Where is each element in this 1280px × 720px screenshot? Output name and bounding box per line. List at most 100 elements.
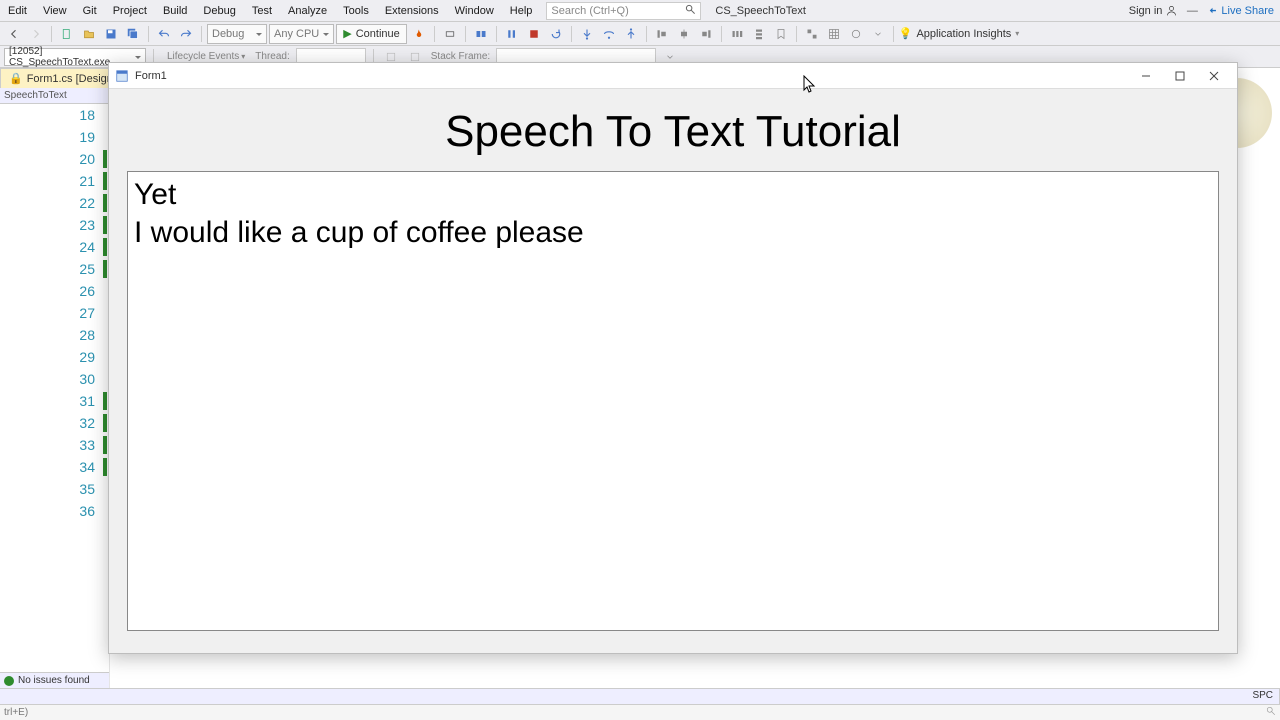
line-number: 36 — [0, 500, 109, 522]
platform-dropdown[interactable]: Any CPU — [269, 24, 334, 44]
line-number: 22 — [0, 192, 109, 214]
line-number: 31 — [0, 390, 109, 412]
separator — [51, 26, 52, 42]
menu-test[interactable]: Test — [244, 2, 280, 20]
signin-label: Sign in — [1129, 5, 1163, 17]
restart-button[interactable] — [546, 24, 566, 44]
search-placeholder: Search (Ctrl+Q) — [551, 5, 628, 17]
attach-button[interactable] — [440, 24, 460, 44]
nav-fwd-button[interactable] — [26, 24, 46, 44]
form-titlebar[interactable]: Form1 — [109, 63, 1237, 89]
menu-bar: Edit View Git Project Build Debug Test A… — [0, 0, 1280, 22]
align-right-button[interactable] — [696, 24, 716, 44]
issues-indicator[interactable]: No issues found — [0, 672, 109, 688]
stop-button[interactable] — [524, 24, 544, 44]
editor-status-bar: SPC — [0, 688, 1280, 704]
form-icon — [115, 69, 129, 83]
lifecycle-label: Lifecycle Events — [165, 51, 241, 62]
search-box[interactable]: Search (Ctrl+Q) — [546, 2, 701, 20]
watch-search-placeholder: trl+E) — [4, 707, 28, 718]
search-icon — [685, 4, 696, 18]
menu-debug[interactable]: Debug — [195, 2, 243, 20]
form-maximize-button[interactable] — [1163, 65, 1197, 87]
pause-button[interactable] — [502, 24, 522, 44]
open-button[interactable] — [79, 24, 99, 44]
chevron-down-icon: ▾ — [1015, 29, 1019, 38]
app-insights-label: Application Insights — [916, 28, 1011, 40]
signin-link[interactable]: Sign in — [1129, 5, 1178, 17]
grid-button[interactable] — [824, 24, 844, 44]
snap-button[interactable] — [846, 24, 866, 44]
save-button[interactable] — [101, 24, 121, 44]
line-number: 34 — [0, 456, 109, 478]
lock-icon: 🔒 — [9, 72, 23, 85]
separator — [646, 26, 647, 42]
config-dropdown[interactable]: Debug — [207, 24, 267, 44]
align-center-button[interactable] — [674, 24, 694, 44]
menu-tools[interactable]: Tools — [335, 2, 377, 20]
distribute-h-button[interactable] — [727, 24, 747, 44]
tab-order-button[interactable] — [802, 24, 822, 44]
liveshare-label: Live Share — [1221, 5, 1274, 17]
line-number: 20 — [0, 148, 109, 170]
line-number: 28 — [0, 324, 109, 346]
stackframe-label: Stack Frame: — [429, 51, 492, 62]
separator — [571, 26, 572, 42]
bookmark-button[interactable] — [771, 24, 791, 44]
redo-button[interactable] — [176, 24, 196, 44]
app-insights-button[interactable]: 💡 Application Insights ▾ — [899, 27, 1020, 40]
separator — [796, 26, 797, 42]
work-area: 🔒 Form1.cs [Design] ✕ SpeechToText 18 19… — [0, 68, 1280, 688]
line-number: 24 — [0, 236, 109, 258]
success-dot-icon — [4, 676, 14, 686]
separator — [465, 26, 466, 42]
line-number: 19 — [0, 126, 109, 148]
form-minimize-button[interactable] — [1129, 65, 1163, 87]
running-form-window: Form1 Speech To Text Tutorial Yet I woul… — [108, 62, 1238, 654]
liveshare-icon — [1207, 5, 1218, 16]
new-file-button[interactable] — [57, 24, 77, 44]
step-button[interactable] — [471, 24, 491, 44]
undo-button[interactable] — [154, 24, 174, 44]
liveshare-button[interactable]: Live Share — [1207, 5, 1274, 17]
line-number: 26 — [0, 280, 109, 302]
menu-view[interactable]: View — [35, 2, 75, 20]
search-icon — [1266, 706, 1276, 719]
more-tools-button[interactable] — [868, 24, 888, 44]
line-number: 30 — [0, 368, 109, 390]
save-all-button[interactable] — [123, 24, 143, 44]
ide-minimize-icon[interactable]: — — [1185, 4, 1199, 18]
separator — [201, 26, 202, 42]
line-number: 18 — [0, 104, 109, 126]
align-left-button[interactable] — [652, 24, 672, 44]
speech-output-textbox[interactable]: Yet I would like a cup of coffee please — [127, 171, 1219, 631]
menu-analyze[interactable]: Analyze — [280, 2, 335, 20]
toolbar-main: Debug Any CPU ▶ Continue 💡 Application I… — [0, 22, 1280, 46]
form-client-area: Speech To Text Tutorial Yet I would like… — [109, 89, 1237, 653]
menu-build[interactable]: Build — [155, 2, 195, 20]
line-number: 21 — [0, 170, 109, 192]
menu-edit[interactable]: Edit — [0, 2, 35, 20]
line-number: 27 — [0, 302, 109, 324]
menu-git[interactable]: Git — [75, 2, 105, 20]
breadcrumb-file[interactable]: SpeechToText — [0, 88, 109, 104]
step-over-button[interactable] — [599, 24, 619, 44]
menu-extensions[interactable]: Extensions — [377, 2, 447, 20]
continue-button[interactable]: ▶ Continue — [336, 24, 407, 44]
line-number: 25 — [0, 258, 109, 280]
platform-value: Any CPU — [274, 28, 319, 40]
step-into-button[interactable] — [577, 24, 597, 44]
status-spc[interactable]: SPC — [1246, 689, 1280, 704]
menu-help[interactable]: Help — [502, 2, 541, 20]
step-out-button[interactable] — [621, 24, 641, 44]
nav-back-button[interactable] — [4, 24, 24, 44]
distribute-v-button[interactable] — [749, 24, 769, 44]
form-close-button[interactable] — [1197, 65, 1231, 87]
menu-project[interactable]: Project — [105, 2, 155, 20]
config-value: Debug — [212, 28, 244, 40]
menu-window[interactable]: Window — [447, 2, 502, 20]
line-number: 35 — [0, 478, 109, 500]
doctab-label: Form1.cs [Design] — [27, 73, 116, 85]
watch-search-bar[interactable]: trl+E) — [0, 704, 1280, 720]
hot-reload-button[interactable] — [409, 24, 429, 44]
